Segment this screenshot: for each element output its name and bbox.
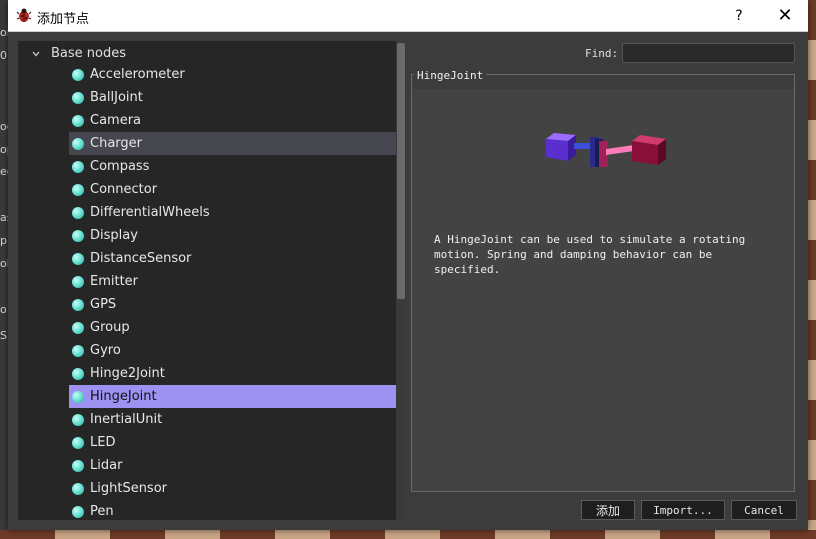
node-sphere-icon [72, 275, 84, 288]
tree-item-emitter[interactable]: Emitter [69, 270, 405, 293]
tree-item-label: Compass [90, 159, 150, 174]
tree-item-label: Pen [90, 504, 114, 519]
background-3d-floor [0, 530, 816, 539]
tree-item-label: Accelerometer [90, 67, 185, 82]
tree-item-label: BallJoint [90, 90, 143, 105]
tree-item-label: Display [90, 228, 138, 243]
tree-item-list: Accelerometer BallJoint Camera Charger Compa… [18, 63, 406, 520]
tree-item-label: Emitter [90, 274, 139, 289]
node-sphere-icon [72, 229, 84, 242]
node-description: A HingeJoint can be used to simulate a r… [434, 233, 746, 276]
title-bar: 添加节点 ? ✕ [8, 0, 808, 32]
node-sphere-icon [72, 482, 84, 495]
hinge-joint-preview-image [546, 133, 666, 167]
tree-item-label: Hinge2Joint [90, 366, 165, 381]
tree-item-label: GPS [90, 297, 117, 312]
tree-item-lidar[interactable]: Lidar [69, 454, 405, 477]
tree-item-inertialunit[interactable]: InertialUnit [69, 408, 405, 431]
node-tree[interactable]: Base nodes Accelerometer BallJoint Camera C… [18, 41, 406, 520]
node-sphere-icon [72, 91, 84, 104]
node-sphere-icon [72, 390, 84, 403]
close-button[interactable]: ✕ [762, 0, 808, 31]
tree-item-led[interactable]: LED [69, 431, 405, 454]
chevron-down-icon[interactable] [32, 50, 40, 58]
node-sphere-icon [72, 413, 84, 426]
tree-root-base-nodes[interactable]: Base nodes [18, 43, 406, 65]
add-button[interactable]: 添加 [581, 500, 635, 520]
node-sphere-icon [72, 137, 84, 150]
tree-item-label: HingeJoint [90, 389, 157, 404]
node-sphere-icon [72, 367, 84, 380]
tree-item-charger[interactable]: Charger [69, 132, 405, 155]
tree-item-pen[interactable]: Pen [69, 500, 405, 520]
node-sphere-icon [72, 183, 84, 196]
find-label: Find: [585, 47, 619, 60]
node-sphere-icon [72, 68, 84, 81]
tree-item-gyro[interactable]: Gyro [69, 339, 405, 362]
tree-item-gps[interactable]: GPS [69, 293, 405, 316]
tree-item-label: Lidar [90, 458, 123, 473]
tree-root-label: Base nodes [51, 46, 127, 61]
node-sphere-icon [72, 298, 84, 311]
tree-item-group[interactable]: Group [69, 316, 405, 339]
tree-scrollbar[interactable] [396, 41, 406, 520]
tree-item-hinge2joint[interactable]: Hinge2Joint [69, 362, 405, 385]
tree-item-accelerometer[interactable]: Accelerometer [69, 63, 405, 86]
background-text: p [0, 234, 7, 247]
scrollbar-thumb[interactable] [397, 43, 405, 299]
find-input[interactable] [622, 43, 795, 63]
node-sphere-icon [72, 114, 84, 127]
node-sphere-icon [72, 505, 84, 518]
tree-item-label: LED [90, 435, 116, 450]
tree-item-hingejoint[interactable]: HingeJoint [69, 385, 405, 408]
tree-item-label: Group [90, 320, 130, 335]
import-button[interactable]: Import... [641, 500, 725, 520]
tree-item-connector[interactable]: Connector [69, 178, 405, 201]
tree-item-lightsensor[interactable]: LightSensor [69, 477, 405, 500]
node-sphere-icon [72, 321, 84, 334]
tree-item-distancesensor[interactable]: DistanceSensor [69, 247, 405, 270]
node-sphere-icon [72, 252, 84, 265]
info-group-title: HingeJoint [414, 69, 487, 82]
tree-item-label: InertialUnit [90, 412, 163, 427]
dialog-title: 添加节点 [37, 12, 90, 27]
node-sphere-icon [72, 206, 84, 219]
background-text: 0 [0, 49, 7, 62]
tree-item-compass[interactable]: Compass [69, 155, 405, 178]
tree-item-label: DistanceSensor [90, 251, 192, 266]
tree-item-label: Gyro [90, 343, 121, 358]
tree-item-label: Connector [90, 182, 158, 197]
tree-item-balljoint[interactable]: BallJoint [69, 86, 405, 109]
tree-item-label: Charger [90, 136, 142, 151]
background-text: o [0, 303, 7, 316]
tree-item-label: LightSensor [90, 481, 168, 496]
node-preview-area: A HingeJoint can be used to simulate a r… [412, 89, 794, 491]
tree-item-display[interactable]: Display [69, 224, 405, 247]
tree-item-differentialwheels[interactable]: DifferentialWheels [69, 201, 405, 224]
node-sphere-icon [72, 344, 84, 357]
help-button[interactable]: ? [716, 0, 762, 31]
tree-item-camera[interactable]: Camera [69, 109, 405, 132]
node-sphere-icon [72, 459, 84, 472]
background-text: S [0, 329, 7, 342]
tree-item-label: DifferentialWheels [90, 205, 210, 220]
tree-item-label: Camera [90, 113, 142, 128]
cancel-button[interactable]: Cancel [731, 500, 797, 520]
node-sphere-icon [72, 436, 84, 449]
node-sphere-icon [72, 160, 84, 173]
bug-logo-icon [16, 8, 32, 22]
